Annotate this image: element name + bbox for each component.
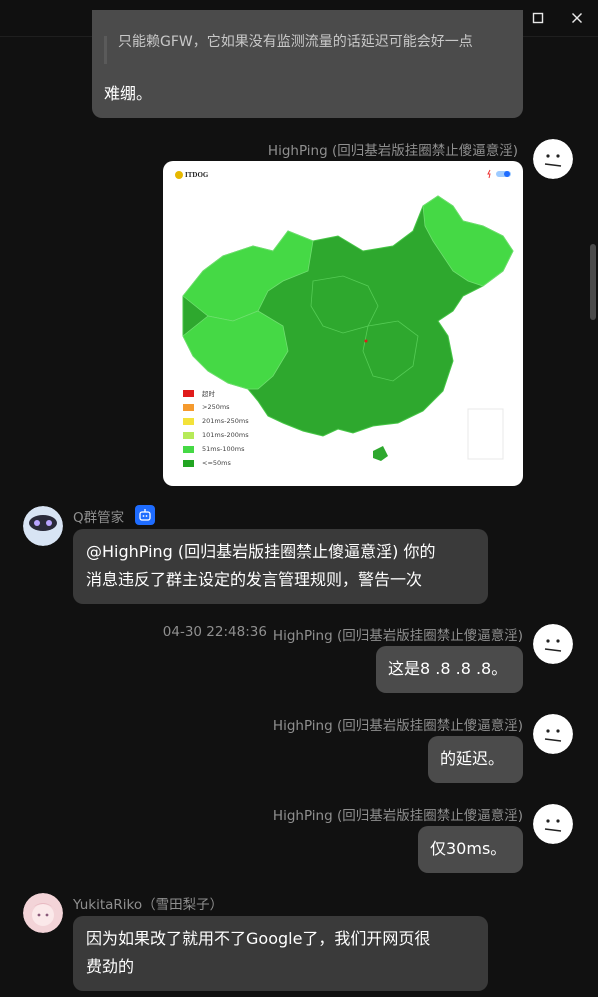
anime-avatar-icon — [23, 893, 63, 933]
robot-badge-icon — [139, 509, 151, 521]
face-avatar-icon — [533, 139, 573, 179]
sender-name: HighPing (回归基岩版挂圈禁止傻逼意淫) — [272, 628, 523, 644]
sender-name: HighPing (回归基岩版挂圈禁止傻逼意淫) — [272, 808, 523, 824]
message-text-line: 费劲的 — [86, 957, 135, 976]
legend-item: 超时 — [183, 388, 215, 398]
legend-item: >250ms — [183, 402, 230, 412]
face-avatar-icon — [533, 624, 573, 664]
message-bubble[interactable]: @HighPing (回归基岩版挂圈禁止傻逼意淫) 你的 消息违反了群主设定的发… — [73, 529, 488, 604]
sender-name: YukitaRiko（雪田梨子） — [73, 897, 224, 913]
legend-item: 101ms-200ms — [183, 430, 249, 440]
message-text-line: 消息违反了群主设定的发言管理规则，警告一次 — [86, 570, 423, 589]
avatar[interactable] — [533, 714, 573, 754]
message-bubble[interactable]: 仅30ms。 — [418, 826, 523, 873]
message-text-line: @HighPing (回归基岩版挂圈禁止傻逼意淫) 你的 — [86, 542, 436, 561]
bot-avatar[interactable] — [23, 506, 63, 546]
sender-row: 04-30 22:48:36 HighPing (回归基岩版挂圈禁止傻逼意淫) — [163, 624, 523, 644]
face-avatar-icon — [533, 804, 573, 844]
face-avatar-icon — [533, 714, 573, 754]
avatar[interactable] — [23, 893, 63, 933]
message-text: 难绷。 — [104, 84, 153, 103]
maximize-icon — [532, 12, 544, 24]
message-bubble[interactable] — [92, 10, 523, 118]
message-text-line: 因为如果改了就用不了Google了，我们开网页很 — [86, 929, 431, 948]
message-bubble[interactable]: 的延迟。 — [428, 736, 523, 783]
close-button[interactable] — [563, 6, 591, 30]
robot-icon — [23, 506, 63, 546]
quote-bar — [104, 36, 107, 64]
scrollbar-thumb[interactable] — [590, 244, 596, 320]
avatar[interactable] — [533, 624, 573, 664]
legend-item: 51ms-100ms — [183, 444, 244, 454]
message-text: 这是8 .8 .8 .8。 — [388, 659, 508, 678]
sender-name: HighPing (回归基岩版挂圈禁止傻逼意淫) — [272, 718, 523, 734]
avatar[interactable] — [533, 804, 573, 844]
quoted-text: 只能赖GFW，它如果没有监测流量的话延迟可能会好一点 — [118, 34, 473, 50]
message-bubble[interactable]: 这是8 .8 .8 .8。 — [376, 646, 523, 693]
message-bubble[interactable]: 因为如果改了就用不了Google了，我们开网页很 费劲的 — [73, 916, 488, 991]
close-icon — [572, 13, 582, 23]
latency-map-image[interactable]: ITDOG 超时 >250ms 201ms-250ms 101ms-200ms … — [163, 161, 523, 486]
message-text: 的延迟。 — [440, 749, 505, 768]
message-timestamp: 04-30 22:48:36 — [162, 624, 267, 640]
maximize-button[interactable] — [524, 6, 552, 30]
legend-item: 201ms-250ms — [183, 416, 249, 426]
sender-name: HighPing (回归基岩版挂圈禁止傻逼意淫) — [267, 143, 518, 159]
legend-item: <=50ms — [183, 458, 231, 468]
bot-badge — [135, 505, 155, 525]
message-text: 仅30ms。 — [430, 839, 507, 858]
avatar[interactable] — [533, 139, 573, 179]
sender-name: Q群管家 — [73, 510, 125, 526]
